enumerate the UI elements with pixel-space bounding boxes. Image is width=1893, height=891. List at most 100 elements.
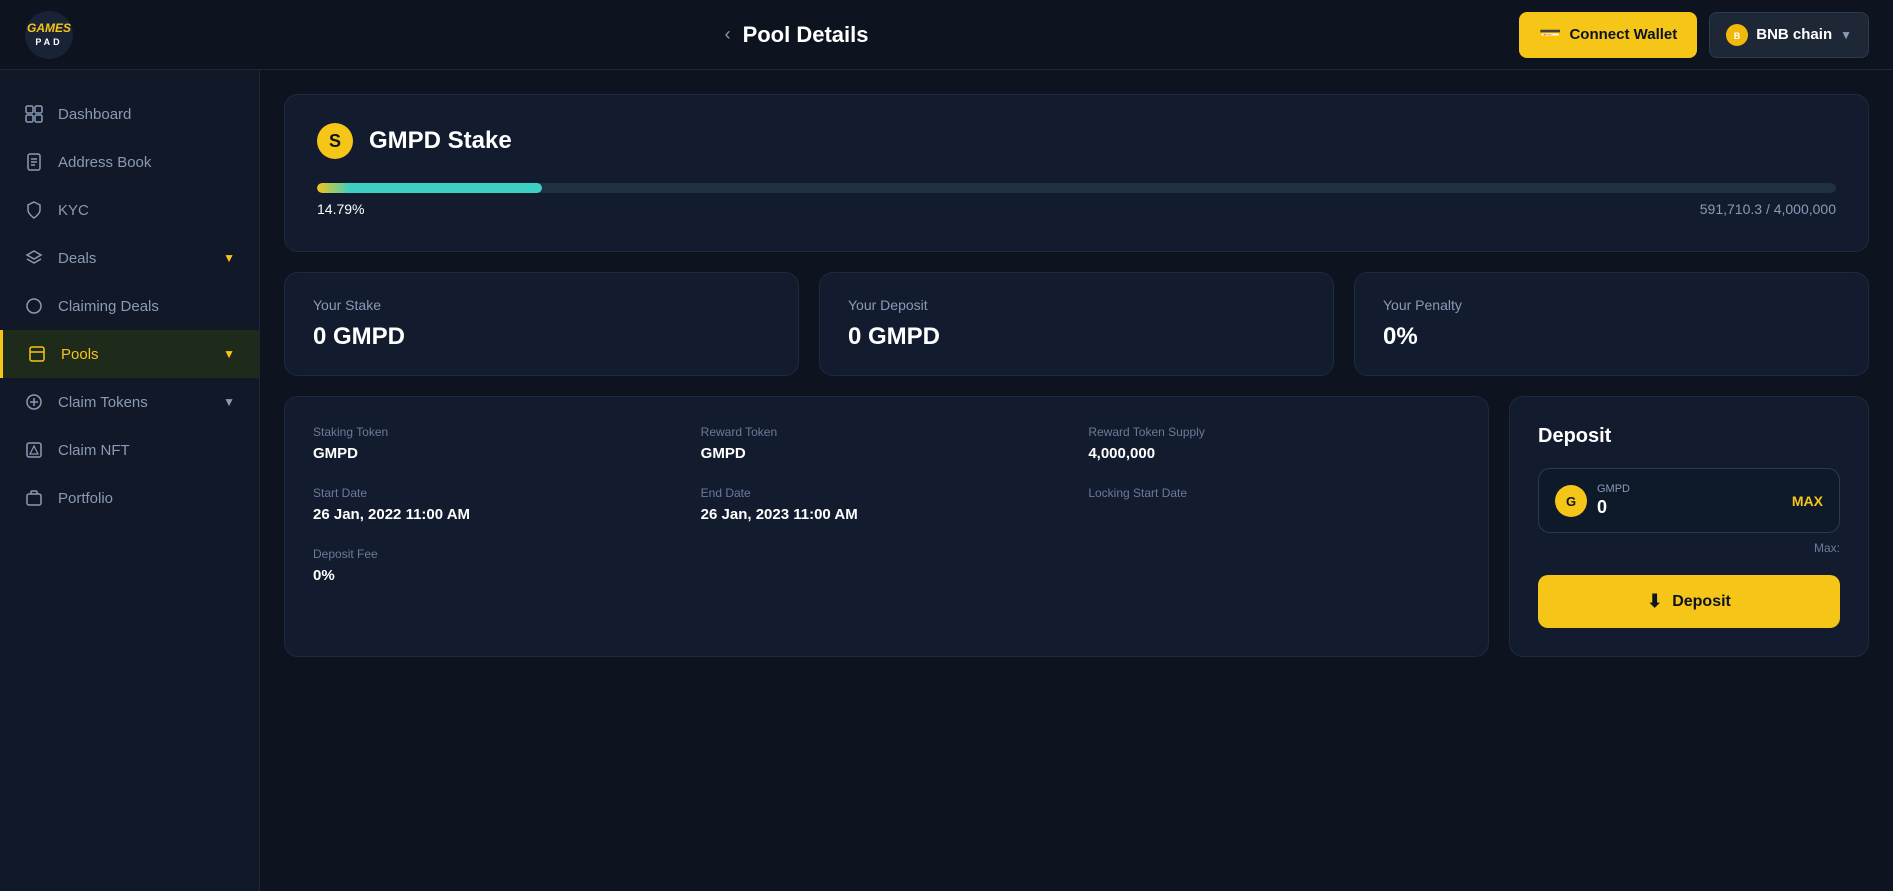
chain-label: BNB chain [1756,26,1832,43]
sidebar-item-portfolio[interactable]: Portfolio [0,474,259,522]
reward-token-item: Reward Token GMPD [701,425,1073,462]
bnb-icon: B [1726,24,1748,46]
sidebar-item-dashboard[interactable]: Dashboard [0,90,259,138]
connect-wallet-label: Connect Wallet [1569,26,1677,43]
sidebar-item-claiming-deals[interactable]: Claiming Deals [0,282,259,330]
bottom-section: Staking Token GMPD Reward Token GMPD Rew… [284,396,1869,657]
your-deposit-value: 0 GMPD [848,323,1305,351]
info-card: Staking Token GMPD Reward Token GMPD Rew… [284,396,1489,657]
svg-text:G: G [1566,494,1576,509]
deposit-card: Deposit G GMPD 0 MAX Max: [1509,396,1869,657]
main-content: S GMPD Stake 14.79% 591,710.3 / 4,000,00… [260,70,1893,891]
pool-title-row: S GMPD Stake [317,123,1836,159]
sidebar: Dashboard Address Book KYC [0,70,260,891]
sidebar-kyc-label: KYC [58,202,235,219]
sidebar-address-book-label: Address Book [58,154,235,171]
start-date-value: 26 Jan, 2022 11:00 AM [313,506,685,523]
svg-text:PAD: PAD [35,37,62,47]
end-date-label: End Date [701,486,1073,500]
progress-amount: 591,710.3 / 4,000,000 [1700,201,1836,217]
start-date-item: Start Date 26 Jan, 2022 11:00 AM [313,486,685,523]
pool-icon: S [317,123,353,159]
reward-token-supply-item: Reward Token Supply 4,000,000 [1088,425,1460,462]
progress-bar-fill [317,183,542,193]
circle-icon [24,296,44,316]
your-deposit-label: Your Deposit [848,297,1305,313]
book-icon [24,152,44,172]
reward-token-supply-label: Reward Token Supply [1088,425,1460,439]
pool-header-card: S GMPD Stake 14.79% 591,710.3 / 4,000,00… [284,94,1869,252]
page-title: Pool Details [743,22,869,48]
grid-icon [24,104,44,124]
svg-text:B: B [1734,31,1741,41]
reward-token-label: Reward Token [701,425,1073,439]
max-button[interactable]: MAX [1792,493,1823,509]
deposit-fee-item: Deposit Fee 0% [313,547,685,584]
wallet-icon: 💳 [1539,24,1561,45]
shield-icon [24,200,44,220]
deposit-btn-label: Deposit [1672,593,1731,611]
progress-labels: 14.79% 591,710.3 / 4,000,000 [317,201,1836,217]
stats-row: Your Stake 0 GMPD Your Deposit 0 GMPD Yo… [284,272,1869,376]
deposit-fee-value: 0% [313,567,685,584]
chain-chevron-icon: ▼ [1840,28,1852,42]
nft-icon [24,440,44,460]
staking-token-label: Staking Token [313,425,685,439]
deposit-input-inner: GMPD 0 [1597,483,1782,518]
briefcase-icon [24,488,44,508]
your-penalty-label: Your Penalty [1383,297,1840,313]
sidebar-item-address-book[interactable]: Address Book [0,138,259,186]
layout: Dashboard Address Book KYC [0,70,1893,891]
sidebar-portfolio-label: Portfolio [58,490,235,507]
locking-start-date-item: Locking Start Date [1088,486,1460,523]
reward-token-value: GMPD [701,445,1073,462]
your-penalty-value: 0% [1383,323,1840,351]
logo: GAMES PAD [24,10,74,60]
pool-name: GMPD Stake [369,127,512,155]
deposit-input-wrap[interactable]: G GMPD 0 MAX [1538,468,1840,533]
sidebar-item-claim-nft[interactable]: Claim NFT [0,426,259,474]
sidebar-claiming-deals-label: Claiming Deals [58,298,235,315]
your-stake-label: Your Stake [313,297,770,313]
sidebar-item-claim-tokens[interactable]: Claim Tokens ▼ [0,378,259,426]
progress-container: 14.79% 591,710.3 / 4,000,000 [317,183,1836,217]
back-button[interactable]: ‹ [725,24,731,45]
deposit-title: Deposit [1538,425,1840,448]
connect-wallet-button[interactable]: 💳 Connect Wallet [1519,12,1697,58]
staking-token-value: GMPD [313,445,685,462]
deposit-btn-icon: ⬇ [1647,591,1662,612]
deposit-amount-input[interactable]: 0 [1597,497,1782,518]
locking-start-date-label: Locking Start Date [1088,486,1460,500]
your-deposit-card: Your Deposit 0 GMPD [819,272,1334,376]
sidebar-item-deals[interactable]: Deals ▼ [0,234,259,282]
your-stake-card: Your Stake 0 GMPD [284,272,799,376]
sidebar-pools-label: Pools [61,346,209,363]
claim-tokens-chevron-icon: ▼ [223,395,235,409]
deposit-token-label: GMPD [1597,483,1782,495]
sidebar-item-kyc[interactable]: KYC [0,186,259,234]
svg-text:GAMES: GAMES [27,21,71,35]
chain-selector[interactable]: B BNB chain ▼ [1709,12,1869,58]
deposit-fee-label: Deposit Fee [313,547,685,561]
header-center: ‹ Pool Details [725,22,869,48]
header-right: 💳 Connect Wallet B BNB chain ▼ [1519,12,1869,58]
box-icon [27,344,47,364]
deals-chevron-icon: ▼ [223,251,235,265]
layers-icon [24,248,44,268]
info-grid: Staking Token GMPD Reward Token GMPD Rew… [313,425,1460,584]
reward-token-supply-value: 4,000,000 [1088,445,1460,462]
start-date-label: Start Date [313,486,685,500]
pools-chevron-icon: ▼ [223,347,235,361]
sidebar-item-pools[interactable]: Pools ▼ [0,330,259,378]
your-penalty-card: Your Penalty 0% [1354,272,1869,376]
sidebar-deals-label: Deals [58,250,209,267]
staking-token-item: Staking Token GMPD [313,425,685,462]
gmpd-token-icon: G [1555,485,1587,517]
your-stake-value: 0 GMPD [313,323,770,351]
deposit-button[interactable]: ⬇ Deposit [1538,575,1840,628]
end-date-item: End Date 26 Jan, 2023 11:00 AM [701,486,1073,523]
end-date-value: 26 Jan, 2023 11:00 AM [701,506,1073,523]
progress-bar-track [317,183,1836,193]
progress-percent: 14.79% [317,201,364,217]
sidebar-claim-nft-label: Claim NFT [58,442,235,459]
